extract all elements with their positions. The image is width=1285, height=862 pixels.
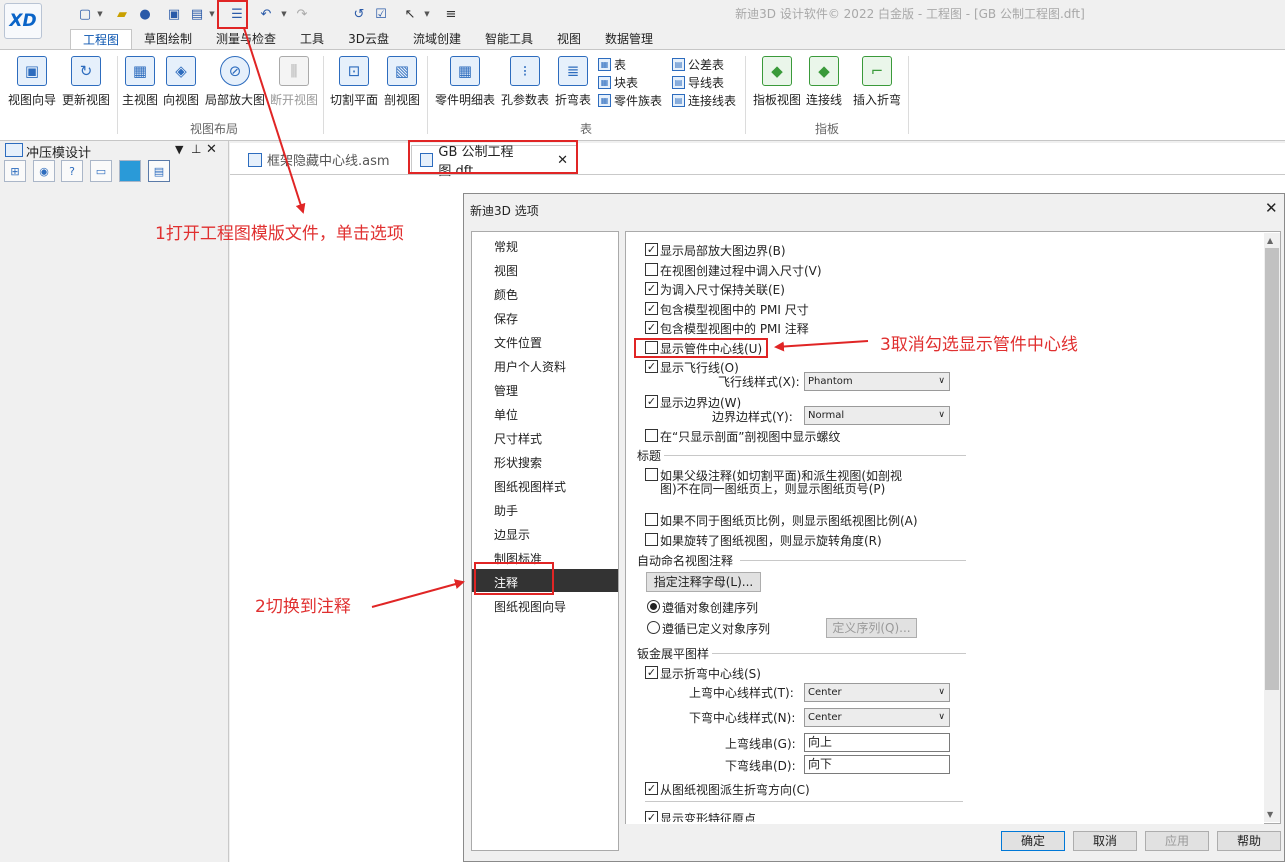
arrow-step2 <box>371 579 465 608</box>
annotation-arrows <box>243 27 869 608</box>
annotation-step3: 3取消勾选显示管件中心线 <box>880 335 1078 355</box>
arrow-step3 <box>774 340 869 352</box>
arrow-step1 <box>243 27 306 214</box>
annotation-step1: 1打开工程图模版文件，单击选项 <box>155 224 404 244</box>
annotation-step2: 2切换到注释 <box>255 597 351 617</box>
